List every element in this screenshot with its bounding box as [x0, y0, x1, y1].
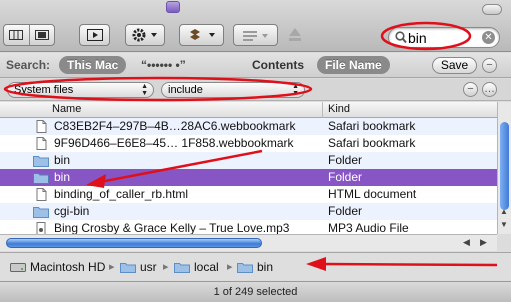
- search-query: bin: [408, 30, 427, 46]
- scope-this-mac-button[interactable]: This Mac: [59, 56, 127, 74]
- path-label: bin: [257, 260, 274, 274]
- path-item-usr[interactable]: usr: [120, 260, 157, 274]
- scroll-right-arrow-icon[interactable]: ▶: [480, 237, 487, 248]
- name-column-header[interactable]: Name: [52, 103, 81, 115]
- column-header: Name Kind: [0, 102, 497, 118]
- path-separator-icon: ▸: [227, 261, 233, 273]
- attribute-value: System files: [14, 84, 74, 96]
- app-icon: [166, 1, 180, 13]
- selection-count: 1 of 249 selected: [213, 286, 298, 298]
- vertical-scrollbar[interactable]: ▲ ▼: [497, 102, 511, 234]
- gear-icon: [132, 28, 157, 42]
- path-bar: Macintosh HD ▸ usr ▸ local ▸ bin: [0, 252, 511, 280]
- arrange-button[interactable]: [233, 24, 278, 46]
- eject-icon[interactable]: [288, 26, 302, 44]
- file-kind: Safari bookmark: [328, 119, 416, 133]
- scroll-up-arrow-icon[interactable]: ▲: [500, 207, 508, 216]
- audio-icon: [36, 222, 46, 234]
- path-separator-icon: ▸: [109, 261, 115, 273]
- list-item[interactable]: bin Folder: [0, 152, 497, 169]
- view-mode-group: [3, 24, 55, 46]
- file-name: Bing Crosby & Grace Kelly – True Love.mp…: [54, 221, 290, 234]
- scroll-left-arrow-icon[interactable]: ◀: [463, 237, 470, 248]
- list-view-button[interactable]: [4, 25, 29, 45]
- file-name: bin: [54, 170, 71, 184]
- search-icon: [395, 31, 407, 44]
- dropbox-button[interactable]: [179, 24, 224, 46]
- vertical-scroll-thumb[interactable]: [500, 122, 509, 210]
- kind-column-header[interactable]: Kind: [328, 103, 350, 115]
- operator-popup[interactable]: include ▲ ▼: [161, 82, 305, 98]
- file-kind: HTML document: [328, 187, 417, 201]
- search-scope-label: Search:: [6, 58, 51, 72]
- save-search-button[interactable]: Save: [432, 57, 477, 74]
- path-label: local: [194, 260, 219, 274]
- document-icon: [36, 137, 47, 150]
- list-item[interactable]: binding_of_caller_rb.html HTML document: [0, 186, 497, 203]
- folder-icon: [33, 173, 49, 184]
- path-label: Macintosh HD: [30, 260, 106, 274]
- scope-contents-button[interactable]: Contents: [252, 58, 304, 72]
- action-menu-button[interactable]: [125, 24, 165, 46]
- quicklook-icon: [86, 29, 103, 41]
- document-icon: [36, 120, 47, 133]
- file-kind: Folder: [328, 170, 363, 184]
- search-scope-bar: Search: This Mac “•••••• •” Contents Fil…: [0, 53, 511, 78]
- file-kind: Safari bookmark: [328, 136, 416, 150]
- file-name: 9F96D466–E6E8–45… 1F858.webbookmark: [54, 136, 294, 150]
- horizontal-scrollbar[interactable]: ◀ ▶: [0, 234, 511, 251]
- scope-shared-location-button[interactable]: “•••••• •”: [141, 58, 186, 72]
- resize-corner[interactable]: [497, 234, 511, 251]
- quicklook-button[interactable]: [79, 24, 110, 46]
- file-list: C83EB2F4–297B–4B…28AC6.webbookmark Safar…: [0, 118, 497, 234]
- add-criterion-button[interactable]: …: [482, 82, 497, 97]
- folder-icon: [237, 263, 253, 273]
- path-item-macintosh-hd[interactable]: Macintosh HD: [10, 260, 105, 274]
- folder-icon: [33, 207, 49, 218]
- path-separator-icon: ▸: [163, 261, 169, 273]
- remove-scope-button[interactable]: −: [482, 58, 497, 73]
- scroll-down-arrow-icon[interactable]: ▼: [500, 220, 508, 229]
- list-view-icon: [9, 30, 24, 40]
- search-criteria-row: System files ▲ ▼ include ▲ ▼ − …: [0, 79, 511, 101]
- list-item-selected[interactable]: bin Folder: [0, 169, 497, 186]
- toolbar-toggle-button[interactable]: [482, 4, 502, 15]
- hard-drive-icon: [10, 263, 26, 272]
- file-kind: Folder: [328, 153, 363, 167]
- folder-icon: [33, 156, 49, 167]
- coverflow-view-button[interactable]: [28, 25, 55, 45]
- scope-file-name-button[interactable]: File Name: [317, 56, 390, 74]
- folder-icon: [174, 263, 190, 273]
- remove-criterion-button[interactable]: −: [463, 82, 478, 97]
- file-name: bin: [54, 153, 71, 167]
- file-name: binding_of_caller_rb.html: [54, 187, 189, 201]
- horizontal-scroll-thumb[interactable]: [6, 238, 262, 248]
- folder-icon: [120, 263, 136, 273]
- path-label: usr: [140, 260, 157, 274]
- dropbox-icon: [189, 29, 215, 40]
- popup-arrows-icon: ▲ ▼: [141, 83, 148, 97]
- list-item[interactable]: C83EB2F4–297B–4B…28AC6.webbookmark Safar…: [0, 118, 497, 135]
- list-item[interactable]: Bing Crosby & Grace Kelly – True Love.mp…: [0, 220, 497, 234]
- popup-arrows-icon: ▲ ▼: [292, 83, 299, 97]
- window-toolbar: bin ✕: [0, 0, 511, 52]
- column-divider[interactable]: [322, 102, 323, 118]
- path-item-bin[interactable]: bin: [237, 260, 273, 274]
- coverflow-view-icon: [34, 30, 49, 40]
- list-item[interactable]: 9F96D466–E6E8–45… 1F858.webbookmark Safa…: [0, 135, 497, 152]
- clear-search-icon[interactable]: ✕: [482, 31, 495, 44]
- file-kind: Folder: [328, 204, 363, 218]
- operator-value: include: [168, 84, 203, 96]
- attribute-popup[interactable]: System files ▲ ▼: [7, 82, 154, 98]
- path-item-local[interactable]: local: [174, 260, 219, 274]
- file-kind: MP3 Audio File: [328, 221, 409, 234]
- list-item[interactable]: cgi-bin Folder: [0, 203, 497, 220]
- arrange-icon: [242, 31, 268, 41]
- file-name: C83EB2F4–297B–4B…28AC6.webbookmark: [54, 119, 296, 133]
- status-bar: 1 of 249 selected: [0, 281, 511, 302]
- document-icon: [36, 188, 47, 201]
- search-field[interactable]: bin ✕: [388, 27, 500, 48]
- file-name: cgi-bin: [54, 204, 90, 218]
